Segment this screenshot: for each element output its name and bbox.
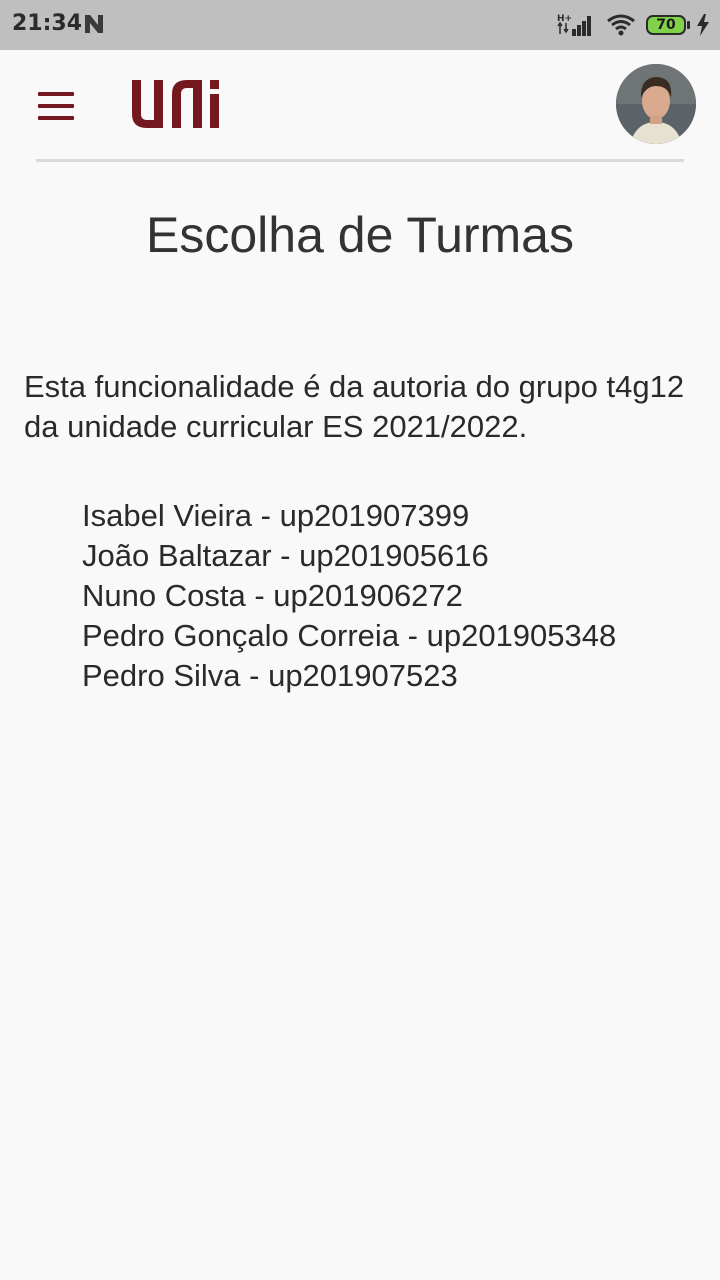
charging-icon: [697, 14, 709, 36]
signal-icon: H+: [557, 14, 591, 36]
author-item: Pedro Gonçalo Correia - up201905348: [82, 618, 617, 653]
battery-icon: 70: [646, 15, 690, 35]
author-item: Nuno Costa - up201906272: [82, 578, 463, 613]
status-icons: H+ 70: [556, 11, 710, 39]
authors-list: Isabel Vieira - up201907399 João Baltaza…: [82, 496, 616, 696]
menu-button[interactable]: [36, 92, 76, 122]
page-title: Escolha de Turmas: [146, 207, 574, 263]
author-item: Isabel Vieira - up201907399: [82, 498, 470, 533]
notification-icon: [85, 15, 103, 33]
author-item: Pedro Silva - up201907523: [82, 658, 458, 693]
wifi-icon: [607, 14, 635, 36]
uni-logo: uni: [132, 80, 219, 128]
header-divider: [36, 159, 684, 162]
battery-level: 70: [656, 17, 676, 33]
network-type-label: H+: [557, 14, 572, 24]
author-item: João Baltazar - up201905616: [82, 538, 489, 573]
status-bar: 21:34 H+ 70: [0, 0, 720, 50]
feature-description: Esta funcionalidade é da autoria do grup…: [24, 369, 685, 444]
user-avatar[interactable]: [616, 64, 696, 144]
status-time: 21:34: [12, 11, 83, 36]
